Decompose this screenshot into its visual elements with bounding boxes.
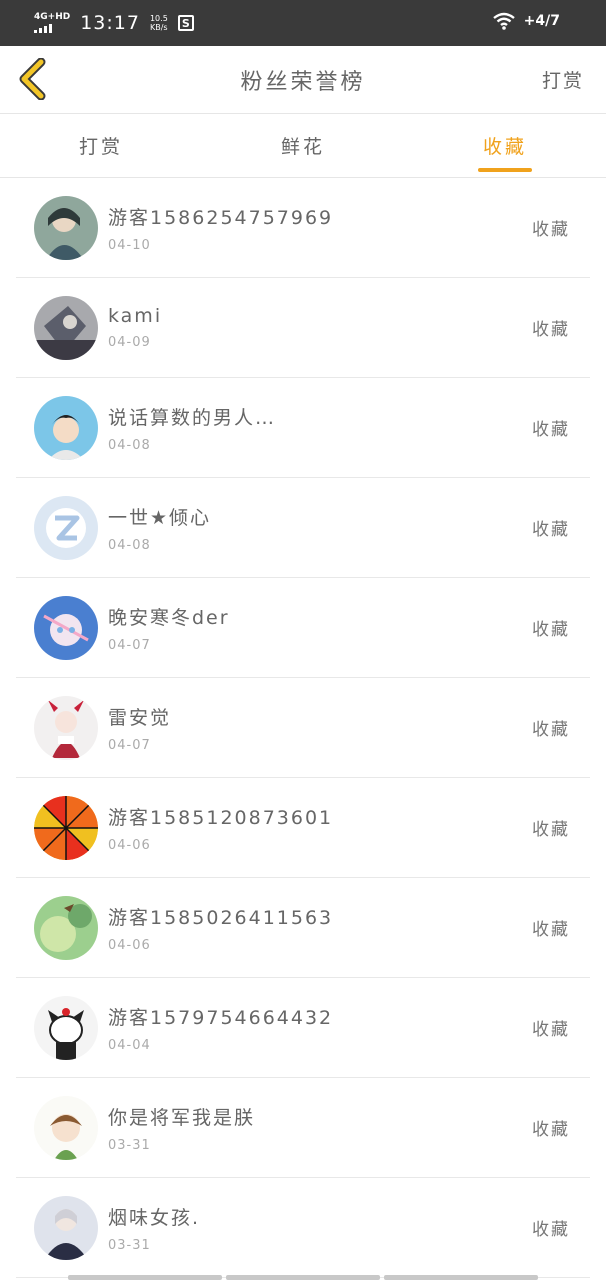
avatar[interactable] <box>34 395 98 460</box>
tab-bar: 打赏 鲜花 收藏 <box>0 114 606 178</box>
avatar[interactable] <box>34 295 98 360</box>
date-label: 04-06 <box>108 937 151 953</box>
cellular-signal-icon: 4G+HD <box>34 13 70 33</box>
avatar[interactable] <box>34 1195 98 1260</box>
list-item[interactable]: 烟味女孩. 03-31 收藏 <box>16 1178 590 1278</box>
signal-bars <box>34 23 52 33</box>
date-label: 03-31 <box>108 1137 151 1153</box>
record-type: 收藏 <box>532 220 570 240</box>
wifi-icon <box>492 12 515 30</box>
network-speed-value: 10.5 <box>149 14 168 23</box>
page-header: 粉丝荣誉榜 打赏 <box>0 46 606 114</box>
list-item[interactable]: kami 04-09 收藏 <box>16 278 590 378</box>
date-label: 04-10 <box>108 237 151 253</box>
network-type: 4G+HD <box>34 12 71 22</box>
network-speed: 10.5 KB/s <box>150 14 168 32</box>
avatar[interactable] <box>34 895 98 960</box>
user-name: 游客1586254757969 <box>108 206 334 229</box>
status-bar: 4G+HD 13:17 10.5 KB/s S +4/7 <box>0 0 606 46</box>
list-item[interactable]: 雷安觉 04-07 收藏 <box>16 678 590 778</box>
fan-list: 游客1586254757969 04-10 收藏 kami 04-09 收藏 说… <box>0 178 606 1278</box>
date-label: 04-08 <box>108 437 151 453</box>
back-button[interactable] <box>12 56 52 102</box>
record-type: 收藏 <box>532 1120 570 1140</box>
avatar[interactable] <box>34 695 98 760</box>
date-label: 04-04 <box>108 1037 151 1053</box>
date-label: 04-08 <box>108 537 151 553</box>
user-name: 一世★倾心 <box>108 506 212 529</box>
status-left: 4G+HD 13:17 10.5 KB/s S <box>34 12 194 34</box>
user-name: 雷安觉 <box>108 706 172 729</box>
user-name: 游客1579754664432 <box>108 1006 334 1029</box>
date-label: 03-31 <box>108 1237 151 1253</box>
date-label: 04-07 <box>108 737 151 753</box>
record-type: 收藏 <box>532 1220 570 1240</box>
network-speed-unit: KB/s <box>149 23 168 32</box>
list-item[interactable]: 游客1586254757969 04-10 收藏 <box>16 178 590 278</box>
user-name: 说话算数的男人… <box>108 406 277 429</box>
s-app-icon: S <box>177 15 194 31</box>
record-type: 收藏 <box>532 520 570 540</box>
record-type: 收藏 <box>532 720 570 740</box>
avatar[interactable] <box>34 995 98 1060</box>
active-tab-indicator <box>478 168 532 172</box>
status-right: +4/7 <box>492 12 560 30</box>
user-name: kami <box>108 305 163 327</box>
page-title: 粉丝荣誉榜 <box>240 69 366 95</box>
user-name: 烟味女孩. <box>108 1206 201 1229</box>
chevron-left-icon <box>19 58 46 100</box>
tab-label: 打赏 <box>78 136 123 158</box>
list-item[interactable]: 你是将军我是朕 03-31 收藏 <box>16 1078 590 1178</box>
list-item[interactable]: 游客1585120873601 04-06 收藏 <box>16 778 590 878</box>
list-item[interactable]: 晚安寒冬der 04-07 收藏 <box>16 578 590 678</box>
avatar[interactable] <box>34 795 98 860</box>
date-label: 04-09 <box>108 335 151 350</box>
user-name: 晚安寒冬der <box>108 606 230 629</box>
tab-tip[interactable]: 打赏 <box>0 114 202 177</box>
date-label: 04-06 <box>108 837 151 853</box>
user-name: 游客1585120873601 <box>108 806 334 829</box>
list-item[interactable]: 游客1585026411563 04-06 收藏 <box>16 878 590 978</box>
battery-icon: +4/7 <box>523 13 560 29</box>
tab-label: 收藏 <box>482 136 527 158</box>
avatar[interactable] <box>34 495 98 560</box>
user-name: 游客1585026411563 <box>108 906 334 929</box>
record-type: 收藏 <box>532 820 570 840</box>
tab-label: 鲜花 <box>280 136 325 158</box>
scroll-indicator <box>68 1275 538 1280</box>
tab-favorites[interactable]: 收藏 <box>404 114 606 177</box>
list-item[interactable]: 一世★倾心 04-08 收藏 <box>16 478 590 578</box>
avatar[interactable] <box>34 595 98 660</box>
avatar[interactable] <box>34 195 98 260</box>
avatar[interactable] <box>34 1095 98 1160</box>
date-label: 04-07 <box>108 637 151 653</box>
record-type: 收藏 <box>532 1020 570 1040</box>
clock: 13:17 <box>80 12 140 34</box>
user-name: 你是将军我是朕 <box>108 1106 256 1129</box>
record-type: 收藏 <box>532 620 570 640</box>
tab-flowers[interactable]: 鲜花 <box>202 114 404 177</box>
tip-button[interactable]: 打赏 <box>542 66 584 93</box>
list-item[interactable]: 说话算数的男人… 04-08 收藏 <box>16 378 590 478</box>
record-type: 收藏 <box>532 920 570 940</box>
record-type: 收藏 <box>532 420 570 440</box>
list-item[interactable]: 游客1579754664432 04-04 收藏 <box>16 978 590 1078</box>
record-type: 收藏 <box>532 320 570 340</box>
